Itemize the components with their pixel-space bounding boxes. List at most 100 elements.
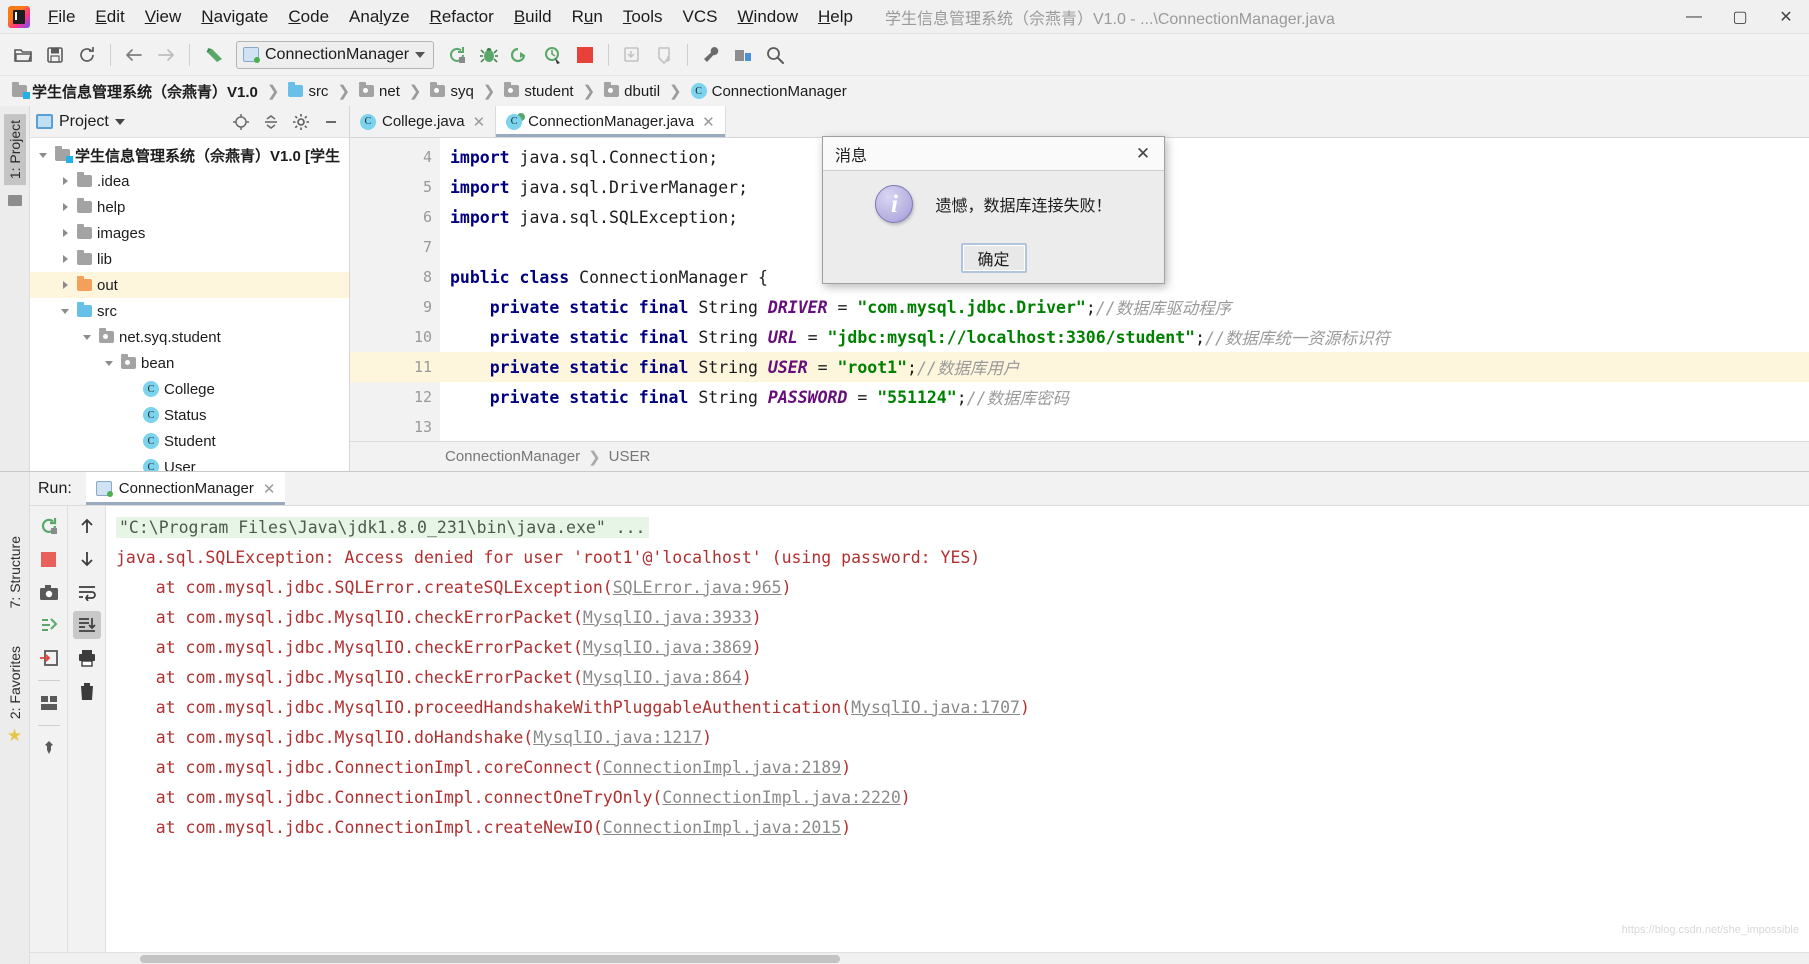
breadcrumb-item-v10[interactable]: 学生信息管理系统（佘燕青）V1.0: [8, 79, 262, 104]
menu-item-code[interactable]: Code: [278, 3, 339, 31]
sidebar-tab-project[interactable]: 1: Project: [3, 114, 26, 186]
breadcrumb-item-syq[interactable]: syq: [426, 81, 477, 102]
tree-item-net.syq.student[interactable]: net.syq.student: [30, 324, 349, 350]
undo-icon[interactable]: [198, 40, 228, 70]
menu-item-analyze[interactable]: Analyze: [339, 3, 420, 31]
breadcrumb-item-src[interactable]: src: [284, 81, 332, 102]
console-trace-link[interactable]: MysqlIO.java:3933: [583, 608, 752, 627]
print-icon[interactable]: [73, 644, 101, 672]
console-output[interactable]: "C:\Program Files\Java\jdk1.8.0_231\bin\…: [106, 506, 1809, 952]
pin-icon[interactable]: [35, 734, 63, 762]
folder-rail-icon[interactable]: [7, 195, 22, 207]
breadcrumb-item-net[interactable]: net: [355, 81, 404, 102]
scrollbar-thumb[interactable]: [140, 955, 840, 963]
chevron-down-icon[interactable]: [80, 334, 94, 340]
code-line[interactable]: private static final String PASSWORD = "…: [440, 382, 1809, 412]
search-icon[interactable]: [760, 40, 790, 70]
chevron-right-icon[interactable]: [58, 281, 72, 289]
chevron-right-icon[interactable]: [58, 255, 72, 263]
save-icon[interactable]: [40, 40, 70, 70]
menu-item-run[interactable]: Run: [562, 3, 613, 31]
scroll-to-end-icon[interactable]: [72, 611, 101, 639]
close-icon[interactable]: ✕: [473, 113, 486, 131]
commit-icon[interactable]: [649, 40, 679, 70]
run-configuration-selector[interactable]: ConnectionManager: [236, 40, 435, 69]
tree-item-college[interactable]: C College: [30, 376, 349, 402]
stop-icon[interactable]: [570, 40, 600, 70]
status-breadcrumb-item[interactable]: ConnectionManager: [445, 448, 580, 465]
thread-dump-icon[interactable]: [35, 611, 63, 639]
run-with-coverage-icon[interactable]: [506, 40, 536, 70]
tree-item-bean[interactable]: bean: [30, 350, 349, 376]
console-trace-link[interactable]: ConnectionImpl.java:2220: [662, 788, 900, 807]
breadcrumb-item-student[interactable]: student: [500, 81, 577, 102]
console-trace-link[interactable]: MysqlIO.java:1217: [533, 728, 702, 747]
hide-panel-icon[interactable]: [319, 110, 343, 134]
code-line[interactable]: private static final String USER = "root…: [440, 352, 1809, 382]
console-trace-link[interactable]: ConnectionImpl.java:2189: [603, 758, 841, 777]
menu-item-tools[interactable]: Tools: [613, 3, 673, 31]
menu-item-navigate[interactable]: Navigate: [191, 3, 278, 31]
debug-icon[interactable]: [474, 40, 504, 70]
forward-arrow-icon[interactable]: [151, 40, 181, 70]
chevron-right-icon[interactable]: [58, 229, 72, 237]
settings-wrench-icon[interactable]: [696, 40, 726, 70]
console-trace-link[interactable]: MysqlIO.java:1707: [851, 698, 1020, 717]
collapse-all-icon[interactable]: [259, 110, 283, 134]
maximize-button[interactable]: ▢: [1717, 0, 1763, 34]
menu-item-vcs[interactable]: VCS: [673, 3, 728, 31]
tree-item-lib[interactable]: lib: [30, 246, 349, 272]
menu-item-view[interactable]: View: [135, 3, 192, 31]
tree-item-student[interactable]: C Student: [30, 428, 349, 454]
favorites-star-icon[interactable]: ★: [7, 726, 22, 746]
scroll-down-icon[interactable]: [73, 545, 101, 573]
gear-icon[interactable]: [289, 110, 313, 134]
tree-item-.idea[interactable]: .idea: [30, 168, 349, 194]
close-icon[interactable]: ✕: [1130, 141, 1156, 167]
stop-icon[interactable]: [35, 545, 63, 573]
tree-item-user[interactable]: C User: [30, 454, 349, 471]
scroll-up-icon[interactable]: [73, 512, 101, 540]
rerun-icon[interactable]: [442, 40, 472, 70]
screenshot-icon[interactable]: [35, 578, 63, 606]
chevron-right-icon[interactable]: [58, 203, 72, 211]
sidebar-tab-favorites[interactable]: 2: Favorites: [5, 642, 25, 723]
export-icon[interactable]: [35, 644, 63, 672]
tree-item-out[interactable]: out: [30, 272, 349, 298]
open-folder-icon[interactable]: [8, 40, 38, 70]
editor-tab-collegejava[interactable]: C College.java ✕: [350, 106, 497, 137]
console-trace-link[interactable]: MysqlIO.java:3869: [583, 638, 752, 657]
code-line[interactable]: private static final String DRIVER = "co…: [440, 292, 1809, 322]
update-project-icon[interactable]: [617, 40, 647, 70]
minimize-button[interactable]: —: [1671, 0, 1717, 34]
code-line[interactable]: [440, 412, 1809, 441]
tree-item-images[interactable]: images: [30, 220, 349, 246]
chevron-right-icon[interactable]: [58, 177, 72, 185]
back-arrow-icon[interactable]: [119, 40, 149, 70]
breadcrumb-item-connectionmanager[interactable]: C ConnectionManager: [687, 81, 851, 102]
layout-icon[interactable]: [35, 689, 63, 717]
console-trace-link[interactable]: MysqlIO.java:864: [583, 668, 742, 687]
close-icon[interactable]: ✕: [263, 480, 276, 498]
menu-item-help[interactable]: Help: [808, 3, 863, 31]
chevron-down-icon[interactable]: [58, 308, 72, 314]
tree-item-help[interactable]: help: [30, 194, 349, 220]
run-tab-connectionmanager[interactable]: ConnectionManager ✕: [85, 472, 286, 505]
close-button[interactable]: ✕: [1763, 0, 1809, 34]
status-breadcrumb-item[interactable]: USER: [609, 448, 651, 465]
menu-item-file[interactable]: File: [38, 3, 85, 31]
sync-icon[interactable]: [72, 40, 102, 70]
breadcrumb-item-dbutil[interactable]: dbutil: [600, 81, 664, 102]
close-icon[interactable]: ✕: [702, 113, 715, 131]
soft-wrap-icon[interactable]: [73, 578, 101, 606]
editor-tab-connectionmanagerjava[interactable]: C ConnectionManager.java ✕: [496, 106, 726, 137]
menu-item-edit[interactable]: Edit: [85, 3, 134, 31]
console-trace-link[interactable]: ConnectionImpl.java:2015: [603, 818, 841, 837]
dialog-ok-button[interactable]: 确定: [960, 243, 1027, 273]
project-structure-icon[interactable]: [728, 40, 758, 70]
menu-item-window[interactable]: Window: [728, 3, 808, 31]
rerun-icon[interactable]: [35, 512, 63, 540]
console-horizontal-scrollbar[interactable]: [30, 952, 1809, 964]
chevron-down-icon[interactable]: [102, 360, 116, 366]
chevron-down-icon[interactable]: [36, 152, 50, 158]
